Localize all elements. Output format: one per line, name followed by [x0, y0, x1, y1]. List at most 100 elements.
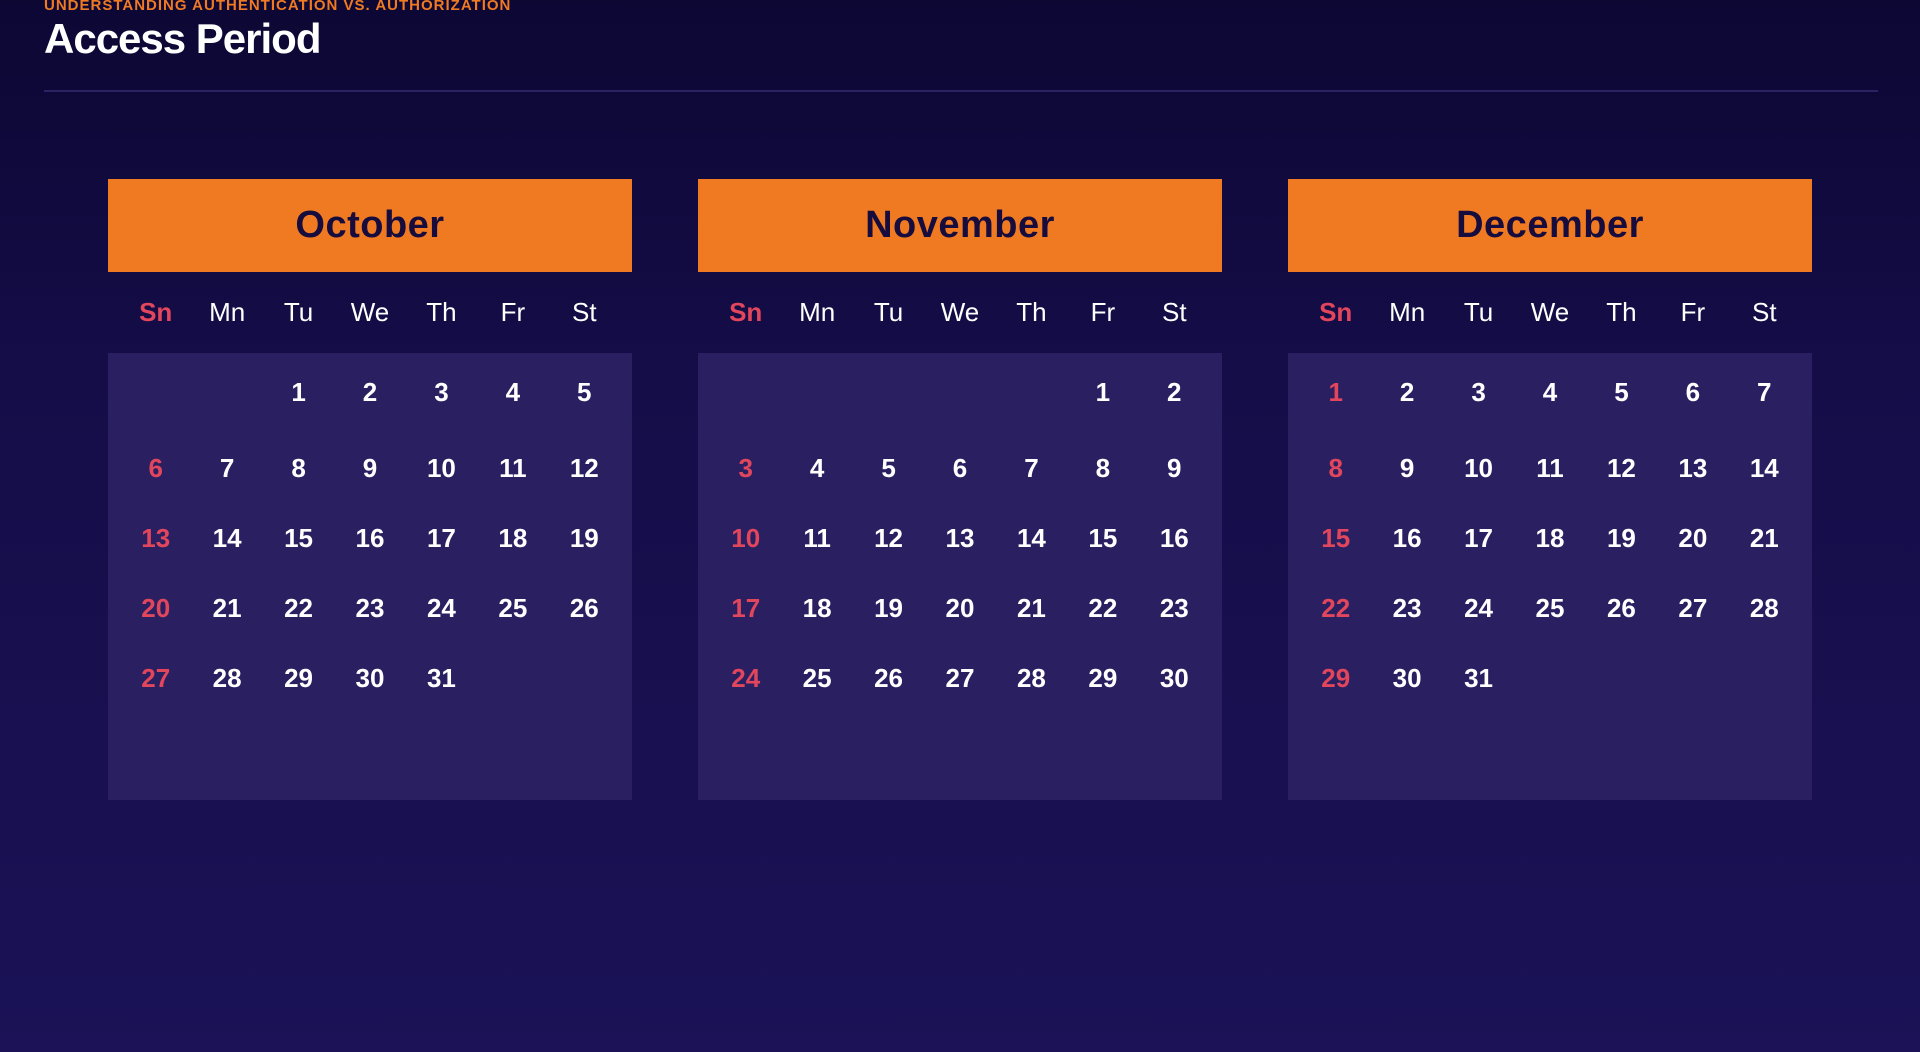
weekday-label: St [1751, 297, 1777, 327]
day-cell: 3 [738, 452, 753, 483]
week-row: 6 7 8 9 10 11 12 [120, 433, 620, 503]
week-row: 17 18 19 20 21 22 23 [710, 573, 1210, 643]
day-cell: 4 [505, 377, 521, 407]
day-cell: 7 [1757, 377, 1772, 407]
weekday-label: We [940, 297, 980, 327]
weekday-label: We [350, 297, 390, 327]
week-row: 3 4 5 6 7 8 9 [710, 433, 1210, 503]
day-cell: 18 [1535, 522, 1565, 553]
month-header: November [698, 179, 1222, 272]
weekday-label: Tu [873, 297, 904, 327]
day-cell: 20 [1678, 522, 1708, 553]
weekday-label: Fr [1680, 297, 1706, 327]
day-cell: 23 [355, 592, 385, 623]
day-cell: 12 [874, 522, 904, 553]
day-cell: 7 [219, 452, 235, 483]
day-cell: 28 [1749, 592, 1779, 623]
weekday-label: Tu [283, 297, 314, 327]
day-cell: 5 [881, 452, 896, 483]
day-cell: 26 [569, 592, 599, 623]
week-row: 1 2 3 4 5 6 7 [1300, 353, 1800, 432]
day-cell: 1 [1328, 377, 1343, 407]
day-cell: 30 [1392, 662, 1422, 693]
day-cell: 21 [1016, 592, 1046, 623]
week-row: 10 11 12 13 14 15 16 [710, 503, 1210, 573]
day-cell: 29 [284, 662, 314, 693]
month-name: October [295, 204, 445, 246]
days-grid: 1 2 3 4 5 6 7 8 9 10 11 12 13 14 15 16 17 18 19 20 21 22 23 24 2… [1288, 353, 1812, 800]
week-row: 15 16 17 18 19 20 21 [1300, 503, 1800, 573]
day-cell: 24 [731, 662, 761, 693]
day-cell: 25 [498, 592, 528, 623]
day-cell: 26 [1606, 592, 1636, 623]
day-cell: 30 [355, 662, 385, 693]
day-cell: 8 [291, 452, 306, 483]
weekday-label: St [571, 297, 597, 327]
day-cell: 20 [141, 592, 171, 623]
day-cell: 15 [1321, 522, 1351, 553]
day-cell: 13 [141, 522, 171, 553]
day-cell: 25 [1535, 592, 1565, 623]
page-title: Access Period [44, 15, 322, 62]
day-cell: 19 [569, 522, 599, 553]
weekday-label: Th [1016, 297, 1047, 327]
day-cell: 13 [945, 522, 975, 553]
month-name: December [1456, 204, 1644, 246]
page-header: UNDERSTANDING AUTHENTICATION VS. AUTHORI… [44, 0, 1878, 62]
day-cell: 1 [291, 377, 306, 407]
weekday-label: Fr [500, 297, 526, 327]
weekday-row: Sn Mn Tu We Th Fr St [698, 272, 1222, 353]
weekday-row: Sn Mn Tu We Th Fr St [108, 272, 632, 353]
weekday-label: Sn [729, 297, 763, 327]
day-cell: 14 [1016, 522, 1046, 553]
weekday-label: Tu [1463, 297, 1494, 327]
month-calendar-november: November Sn Mn Tu We Th Fr St 1 2 3 4 5 6 7 8 9 10 11 12 1… [698, 179, 1222, 800]
day-cell: 13 [1678, 452, 1708, 483]
day-cell: 6 [148, 452, 163, 483]
day-cell: 21 [1749, 522, 1779, 553]
day-cell: 15 [284, 522, 314, 553]
weekday-label: Mn [799, 297, 836, 327]
day-cell: 2 [1167, 377, 1182, 407]
day-cell: 17 [426, 522, 456, 553]
day-cell: 9 [362, 452, 378, 483]
day-cell: 29 [1088, 662, 1118, 693]
weekday-label: St [1161, 297, 1187, 327]
day-cell: 24 [1464, 592, 1494, 623]
day-cell: 28 [1016, 662, 1046, 693]
day-cell: 28 [212, 662, 242, 693]
day-cell: 8 [1095, 452, 1111, 483]
day-cell: 1 [1095, 377, 1111, 407]
weekday-label: Th [426, 297, 457, 327]
day-cell: 9 [1167, 452, 1182, 483]
month-name: November [865, 204, 1055, 246]
day-cell: 3 [1471, 377, 1486, 407]
day-cell: 10 [426, 452, 456, 483]
day-cell: 2 [1399, 377, 1415, 407]
weekday-label: Mn [209, 297, 246, 327]
day-cell: 22 [1321, 592, 1351, 623]
weekday-label: Mn [1389, 297, 1426, 327]
day-cell: 15 [1088, 522, 1118, 553]
week-row: 29 30 31 [1300, 643, 1800, 713]
day-cell: 11 [803, 522, 831, 553]
week-row: 27 28 29 30 31 [120, 643, 620, 713]
day-cell: 11 [499, 452, 527, 483]
day-cell: 12 [569, 452, 599, 483]
day-cell: 29 [1321, 662, 1351, 693]
day-cell: 20 [945, 592, 975, 623]
day-cell: 2 [362, 377, 378, 407]
day-cell: 24 [426, 592, 456, 623]
day-cell: 27 [945, 662, 975, 693]
day-cell: 23 [1159, 592, 1189, 623]
day-cell: 6 [952, 452, 968, 483]
week-row: 12 [710, 353, 1210, 432]
day-cell: 31 [426, 662, 456, 693]
day-cell: 11 [1536, 452, 1564, 483]
month-header: October [108, 179, 632, 272]
day-cell: 27 [141, 662, 171, 693]
day-cell: 12 [1606, 452, 1636, 483]
day-cell: 5 [577, 377, 592, 407]
day-cell: 27 [1678, 592, 1708, 623]
day-cell: 19 [1606, 522, 1636, 553]
